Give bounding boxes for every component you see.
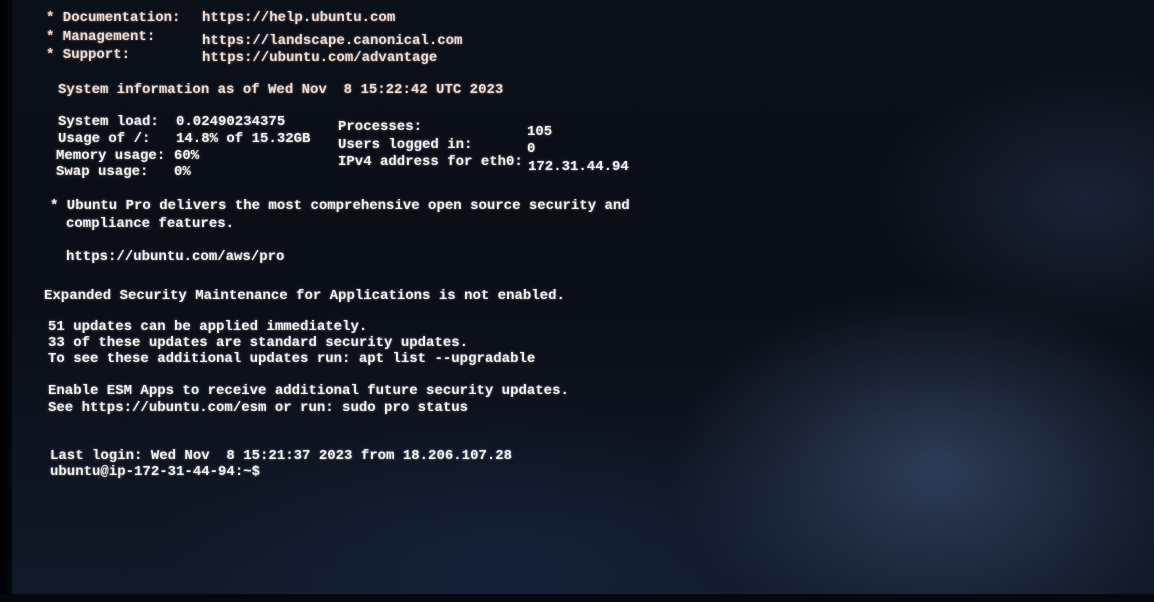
updates-line-1: 51 updates can be applied immediately. xyxy=(48,319,368,335)
stat-label: Swap usage: xyxy=(56,164,149,180)
doc-url: https://help.ubuntu.com xyxy=(202,10,396,26)
esm-apps-line-2: See https://ubuntu.com/esm or run: sudo … xyxy=(48,400,469,416)
stat-label: IPv4 address for eth0: xyxy=(338,154,523,170)
stat-label: System load: xyxy=(58,114,159,130)
esm-notice: Expanded Security Maintenance for Applic… xyxy=(44,288,565,304)
sysinfo-header: System information as of Wed Nov 8 15:22… xyxy=(58,82,504,98)
management-label: * Management: xyxy=(46,29,156,45)
support-label: * Support: xyxy=(46,47,131,63)
stat-label: Memory usage: xyxy=(56,148,166,164)
shell-prompt[interactable]: ubuntu@ip-172-31-44-94:~$ xyxy=(50,464,260,480)
pro-notice-line-1: * Ubuntu Pro delivers the most comprehen… xyxy=(50,198,630,214)
stat-value: 60% xyxy=(174,148,200,164)
stat-value: 172.31.44.94 xyxy=(528,159,629,175)
doc-label: * Documentation: xyxy=(46,10,181,26)
last-login: Last login: Wed Nov 8 15:21:37 2023 from… xyxy=(50,448,513,464)
esm-apps-line-1: Enable ESM Apps to receive additional fu… xyxy=(48,383,569,399)
support-url: https://ubuntu.com/advantage xyxy=(202,50,438,66)
stat-label: Users logged in: xyxy=(338,137,473,153)
pro-notice-line-2: compliance features. xyxy=(66,216,235,232)
stat-value: 0% xyxy=(174,164,191,180)
stat-label: Processes: xyxy=(338,119,423,135)
updates-line-3: To see these additional updates run: apt… xyxy=(48,351,536,367)
management-url: https://landscape.canonical.com xyxy=(202,33,463,49)
stat-value: 0.02490234375 xyxy=(176,114,286,130)
stat-value: 105 xyxy=(527,124,553,140)
monitor-bezel-bottom xyxy=(0,594,1154,602)
stat-value: 14.8% of 15.32GB xyxy=(176,131,311,147)
terminal-output[interactable]: * Documentation: https://help.ubuntu.com… xyxy=(0,0,760,560)
pro-url: https://ubuntu.com/aws/pro xyxy=(66,249,285,265)
updates-line-2: 33 of these updates are standard securit… xyxy=(48,335,469,351)
stat-label: Usage of /: xyxy=(58,131,151,147)
stat-value: 0 xyxy=(527,141,536,157)
